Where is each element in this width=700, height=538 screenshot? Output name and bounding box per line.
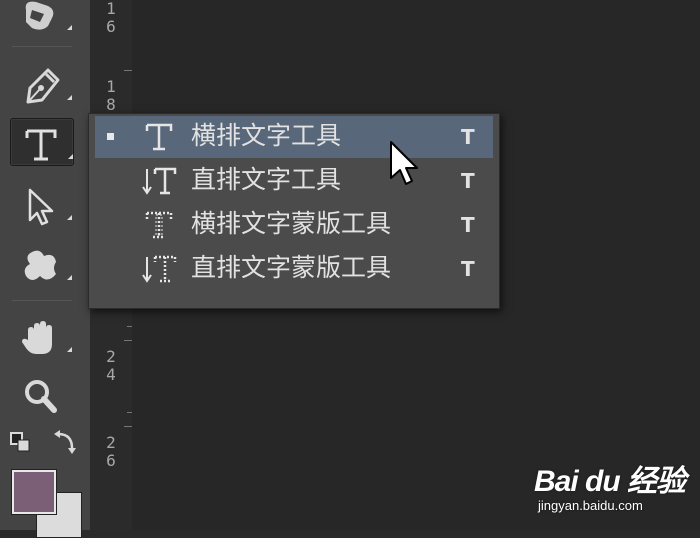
menu-item-label: 横排文字蒙版工具: [191, 209, 392, 238]
shortcut-key: T: [461, 125, 475, 149]
ruler-label: 1 6: [106, 0, 116, 36]
baidu-jingyan-watermark: Bai du 经验 jingyan.baidu.com: [530, 450, 690, 528]
ruler-tick: [124, 340, 132, 341]
type-tool-button[interactable]: [10, 118, 74, 166]
toolbar-divider: [12, 300, 72, 301]
menu-item-horizontal-type-mask[interactable]: 横排文字蒙版工具 T: [95, 204, 493, 246]
path-selection-tool-button[interactable]: [10, 180, 72, 226]
menu-item-horizontal-type[interactable]: 横排文字工具 T: [95, 116, 493, 158]
menu-item-label: 直排文字蒙版工具: [191, 253, 392, 282]
swap-colors-icon[interactable]: [52, 430, 78, 456]
vertical-type-mask-icon: [142, 255, 177, 283]
watermark-logo: Bai du 经验: [534, 465, 686, 498]
foreground-color-swatch[interactable]: [12, 470, 56, 514]
shortcut-key: T: [461, 213, 475, 237]
type-tool-flyout-menu: 横排文字工具 T 直排文字工具 T 横排文字蒙版工具 T 直排文字蒙版工具 T: [88, 113, 500, 309]
hand-icon: [22, 321, 52, 354]
default-colors-icon[interactable]: [10, 432, 32, 454]
menu-item-vertical-type[interactable]: 直排文字工具 T: [95, 160, 493, 202]
ruler-label: 2 6: [106, 433, 116, 470]
ruler-tick: [124, 70, 132, 71]
ruler-label: 2 4: [106, 347, 116, 384]
hand-tool-button[interactable]: [10, 312, 72, 358]
ruler-tick: [124, 426, 132, 427]
shortcut-key: T: [461, 169, 475, 193]
mouse-cursor-icon: [390, 141, 418, 185]
pen-icon: [26, 68, 60, 104]
pen-tool-button[interactable]: [10, 60, 72, 106]
arrow-icon: [28, 188, 54, 226]
watermark-url: jingyan.baidu.com: [538, 498, 643, 513]
vertical-type-icon: [142, 167, 177, 195]
horizontal-type-icon: [145, 123, 173, 151]
selected-bullet-icon: [107, 133, 114, 140]
menu-item-vertical-type-mask[interactable]: 直排文字蒙版工具 T: [95, 248, 493, 290]
toolbar-divider: [12, 46, 72, 47]
stamp-icon: [25, 1, 54, 30]
menu-item-label: 横排文字工具: [191, 121, 342, 150]
horizontal-type-mask-icon: [145, 211, 173, 239]
type-icon: [25, 129, 57, 161]
shape-icon: [24, 250, 56, 280]
zoom-tool-button[interactable]: [10, 370, 72, 416]
menu-item-label: 直排文字工具: [191, 165, 342, 194]
shortcut-key: T: [461, 257, 475, 281]
ruler-label: 1 8: [106, 77, 116, 114]
magnifier-icon: [25, 380, 57, 413]
stamp-tool-button[interactable]: [10, 0, 72, 36]
toolbox-panel: [0, 0, 90, 538]
custom-shape-tool-button[interactable]: [10, 240, 72, 286]
